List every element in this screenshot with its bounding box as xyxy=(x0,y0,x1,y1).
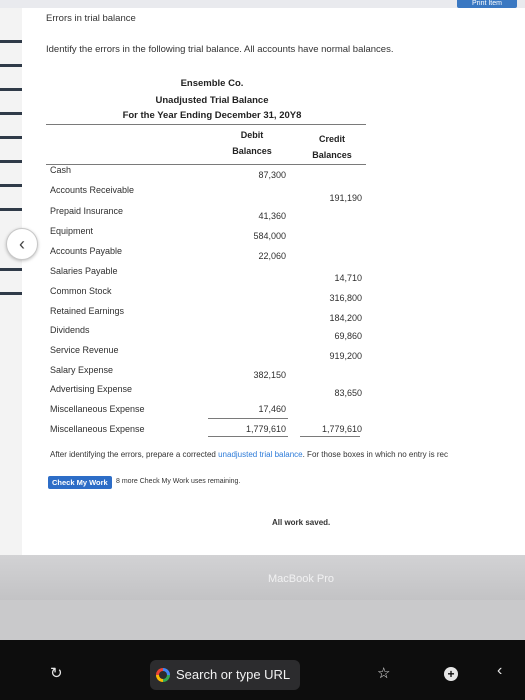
debit-total-rule xyxy=(208,418,288,419)
account-name: Equipment xyxy=(50,226,94,236)
debit-value: 41,360 xyxy=(258,211,286,221)
progress-tick xyxy=(0,112,22,115)
problem-content: Errors in trial balance Identify the err… xyxy=(42,0,525,555)
debit-value: 17,460 xyxy=(258,404,286,414)
progress-tick xyxy=(0,136,22,139)
account-name: Miscellaneous Expense xyxy=(50,404,145,414)
account-name: Retained Earnings xyxy=(50,306,125,316)
debit-value: 382,150 xyxy=(253,370,286,380)
instructions: Identify the errors in the following tri… xyxy=(46,44,394,55)
url-search-button[interactable]: Search or type URL xyxy=(150,660,300,690)
account-name: Cash xyxy=(50,165,72,175)
back-button[interactable]: ‹ xyxy=(6,228,38,260)
progress-tick xyxy=(0,160,22,163)
credit-value: 14,710 xyxy=(334,273,362,283)
progress-tick xyxy=(0,88,22,91)
account-name: Service Revenue xyxy=(50,345,119,355)
progress-tick xyxy=(0,268,22,271)
credit-value: 83,650 xyxy=(334,388,362,398)
progress-tick xyxy=(0,208,22,211)
touch-bar: ↻ Search or type URL ☆ + ‹ xyxy=(0,640,525,700)
credit-header-1: Credit xyxy=(318,134,345,144)
account-name: Salaries Payable xyxy=(50,266,118,276)
debit-value: 584,000 xyxy=(253,231,286,241)
credit-value: 919,200 xyxy=(329,351,362,361)
account-name: Common Stock xyxy=(50,286,112,296)
account-name: Prepaid Insurance xyxy=(50,206,124,216)
after-instructions: After identifying the errors, prepare a … xyxy=(50,450,448,459)
progress-tick xyxy=(0,292,22,295)
debit-value: 22,060 xyxy=(258,251,286,261)
column-rule xyxy=(46,164,366,165)
progress-tick xyxy=(0,40,22,43)
debit-total-underline xyxy=(208,436,288,437)
after-text-end: . For those boxes in which no entry is r… xyxy=(302,450,449,459)
account-name: Dividends xyxy=(50,325,90,335)
account-name: Advertising Expense xyxy=(50,384,133,394)
credit-total-underline xyxy=(300,436,360,437)
debit-value: 1,779,610 xyxy=(245,424,286,434)
search-label: Search or type URL xyxy=(176,667,291,682)
star-icon[interactable]: ☆ xyxy=(377,664,390,682)
saved-status: All work saved. xyxy=(272,518,331,527)
statement-period: For the Year Ending December 31, 20Y8 xyxy=(122,110,302,121)
debit-value: 87,300 xyxy=(258,170,286,180)
credit-value: 316,800 xyxy=(329,293,362,303)
credit-value: 191,190 xyxy=(329,193,362,203)
chevron-left-icon[interactable]: ‹ xyxy=(497,662,502,680)
unadjusted-link[interactable]: unadjusted trial balance xyxy=(218,450,303,459)
browser-screen: Print Item ‹ Errors in trial balance Ide… xyxy=(0,0,525,555)
plus-icon[interactable]: + xyxy=(444,667,458,681)
section-title: Errors in trial balance xyxy=(46,13,136,24)
credit-header-2: Balances xyxy=(312,150,352,160)
chevron-left-icon: ‹ xyxy=(19,233,25,254)
check-my-work-button[interactable]: Check My Work xyxy=(48,476,112,489)
header-rule xyxy=(46,124,366,125)
company-name: Ensemble Co. xyxy=(180,78,244,89)
account-name: Accounts Payable xyxy=(50,246,123,256)
credit-value: 184,200 xyxy=(329,313,362,323)
progress-tick xyxy=(0,64,22,67)
account-name: Accounts Receivable xyxy=(50,185,135,195)
remaining-count: 8 more Check My Work uses remaining. xyxy=(116,478,241,485)
credit-value: 1,779,610 xyxy=(321,424,362,434)
progress-tick xyxy=(0,184,22,187)
after-text-start: After identifying the errors, prepare a … xyxy=(50,450,219,459)
bezel-label: MacBook Pro xyxy=(268,573,335,585)
reload-icon[interactable]: ↻ xyxy=(50,664,63,682)
debit-header-2: Balances xyxy=(232,146,272,156)
statement-title: Unadjusted Trial Balance xyxy=(155,95,269,106)
account-name: Salary Expense xyxy=(50,365,114,375)
account-name: Miscellaneous Expense xyxy=(50,424,145,434)
google-icon xyxy=(156,668,170,682)
credit-value: 69,860 xyxy=(334,331,362,341)
debit-header-1: Debit xyxy=(240,130,264,140)
left-progress-bar xyxy=(0,8,22,555)
laptop-bezel: MacBook Pro xyxy=(0,555,525,600)
